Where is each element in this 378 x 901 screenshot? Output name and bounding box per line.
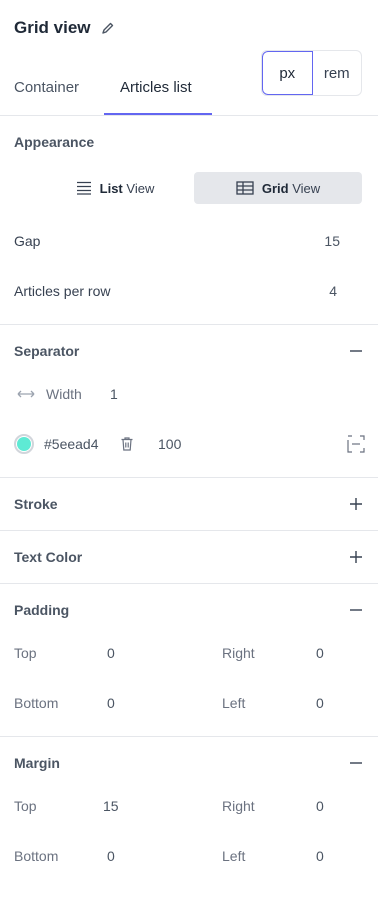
- padding-right-input[interactable]: 0: [316, 645, 324, 661]
- gap-label: Gap: [14, 233, 41, 249]
- list-icon: [76, 181, 91, 195]
- margin-top-input[interactable]: 15: [103, 798, 119, 814]
- tab-container[interactable]: Container: [14, 79, 79, 96]
- separator-width-input[interactable]: 1: [110, 386, 118, 402]
- padding-title: Padding: [14, 602, 70, 618]
- padding-right-label: Right: [222, 645, 255, 661]
- collapse-separator-icon[interactable]: [348, 343, 364, 359]
- unit-toggle: px rem: [261, 50, 362, 96]
- appearance-title: Appearance: [14, 134, 95, 150]
- grid-view-label: View: [292, 180, 321, 196]
- padding-left-input[interactable]: 0: [316, 695, 324, 711]
- grid-view-button[interactable]: Grid View: [194, 172, 362, 204]
- articles-per-row-input[interactable]: 4: [329, 283, 337, 299]
- margin-left-label: Left: [222, 848, 246, 864]
- separator-title: Separator: [14, 343, 80, 359]
- collapse-margin-icon[interactable]: [348, 755, 364, 771]
- separator-width-label: Width: [46, 386, 82, 402]
- gap-input[interactable]: 15: [324, 233, 340, 249]
- title-row: Grid view: [14, 18, 115, 38]
- panel-header: Grid view px rem Container Articles list: [0, 0, 378, 116]
- trash-icon[interactable]: [120, 436, 134, 457]
- unit-rem-button[interactable]: rem: [313, 51, 362, 95]
- text-color-title: Text Color: [14, 549, 83, 565]
- divider: [0, 583, 378, 584]
- padding-top-input[interactable]: 0: [107, 645, 115, 661]
- articles-per-row-label: Articles per row: [14, 283, 111, 299]
- stroke-title: Stroke: [14, 496, 58, 512]
- margin-title: Margin: [14, 755, 60, 771]
- separator-color-hex[interactable]: #5eead4: [44, 436, 99, 452]
- divider: [0, 736, 378, 737]
- page-title: Grid view: [14, 18, 91, 37]
- divider: [0, 477, 378, 478]
- grid-icon: [236, 181, 254, 195]
- padding-bottom-label: Bottom: [14, 695, 59, 711]
- padding-top-label: Top: [14, 645, 37, 661]
- margin-right-input[interactable]: 0: [316, 798, 324, 814]
- separator-color-swatch[interactable]: [14, 434, 34, 454]
- padding-left-label: Left: [222, 695, 246, 711]
- tab-articles-list[interactable]: Articles list: [120, 79, 192, 96]
- list-view-label: View: [126, 180, 155, 196]
- list-view-bold: List: [99, 180, 123, 196]
- margin-left-input[interactable]: 0: [316, 848, 324, 864]
- grid-view-bold: Grid: [261, 180, 289, 196]
- swatch-fill: [17, 437, 31, 451]
- margin-top-label: Top: [14, 798, 37, 814]
- margin-right-label: Right: [222, 798, 255, 814]
- padding-bottom-input[interactable]: 0: [107, 695, 115, 711]
- divider: [0, 530, 378, 531]
- unit-px-button[interactable]: px: [262, 51, 313, 95]
- margin-bottom-input[interactable]: 0: [107, 848, 115, 864]
- collapse-padding-icon[interactable]: [348, 602, 364, 618]
- expand-stroke-icon[interactable]: [348, 496, 364, 512]
- list-view-button[interactable]: List View: [40, 172, 190, 204]
- divider: [0, 324, 378, 325]
- width-arrows-icon: [16, 387, 36, 406]
- separator-opacity-input[interactable]: 100: [158, 436, 181, 452]
- border-style-icon[interactable]: [347, 435, 365, 458]
- expand-text-color-icon[interactable]: [348, 549, 364, 565]
- divider: [0, 115, 378, 116]
- margin-bottom-label: Bottom: [14, 848, 59, 864]
- pencil-icon[interactable]: [101, 21, 115, 35]
